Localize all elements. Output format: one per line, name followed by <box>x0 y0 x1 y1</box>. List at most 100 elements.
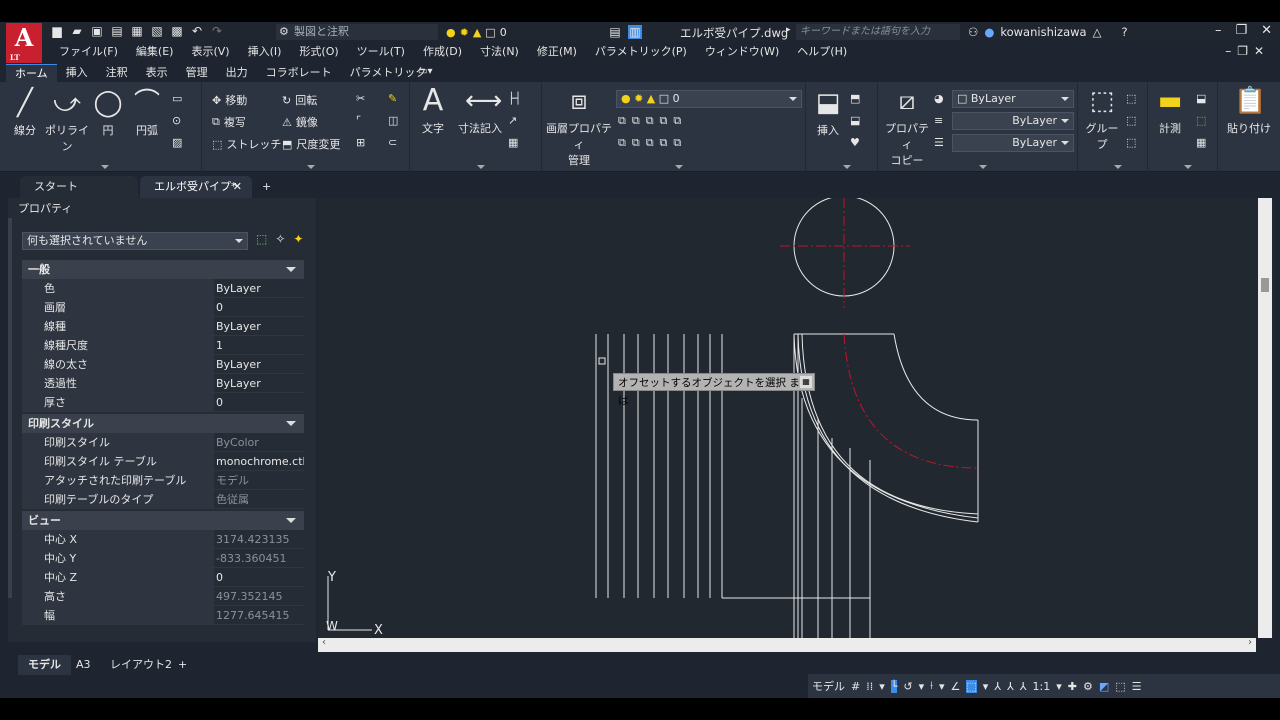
snap-icon[interactable]: ⁞⁞ <box>866 680 873 693</box>
annotation-visibility-icon[interactable]: ⅄ <box>994 680 1001 693</box>
color-dropdown[interactable]: □ ByLayer <box>952 90 1074 108</box>
property-row[interactable]: 線の太さ ByLayer <box>22 355 304 374</box>
grid-icon[interactable]: # <box>851 680 860 693</box>
menu-item-10[interactable]: ウィンドウ(W) <box>696 42 788 62</box>
text-tool[interactable]: A 文字 <box>418 86 448 136</box>
dimension-tool[interactable]: ⟷ 寸法記入 <box>456 86 504 136</box>
isolate-objects-icon[interactable]: ◩ <box>1099 680 1109 693</box>
property-row[interactable]: 印刷テーブルのタイプ 色従属 <box>22 490 304 509</box>
ribbon-tab-1[interactable]: 挿入 <box>57 64 97 82</box>
property-row[interactable]: 印刷スタイル ByColor <box>22 433 304 452</box>
open-folder-icon[interactable]: ▰ <box>70 24 84 38</box>
snap-dropdown-icon[interactable]: ▾ <box>879 680 885 693</box>
layer-dropdown[interactable]: ● ✹ ▲ □ 0 <box>616 90 802 108</box>
menu-item-3[interactable]: 挿入(I) <box>239 42 291 62</box>
undo-icon[interactable]: ↶ <box>190 24 204 38</box>
menu-item-4[interactable]: 形式(O) <box>290 42 347 62</box>
property-value[interactable]: ByLayer <box>214 317 304 335</box>
customize-menu-icon[interactable]: ☰ <box>1132 680 1142 693</box>
lineweight-dropdown[interactable]: ByLayer <box>952 134 1074 152</box>
new-file-icon[interactable]: ▆ <box>50 24 64 38</box>
osnap-tracking-icon[interactable]: ⟊ <box>930 679 933 693</box>
modify-panel-expander[interactable] <box>306 165 315 169</box>
new-tab-button[interactable]: + <box>254 176 282 198</box>
block-panel-expander[interactable] <box>842 165 851 169</box>
property-value[interactable]: モデル <box>214 471 304 489</box>
selection-dropdown[interactable]: 何も選択されていません <box>22 232 248 250</box>
layer-tools-row2-icon[interactable]: ⧉⧉⧉⧉⧉ <box>618 136 687 150</box>
property-value[interactable]: ByLayer <box>214 279 304 297</box>
copy-button[interactable]: ⧉ 複写 <box>212 114 246 130</box>
scroll-left-icon[interactable]: ‹ <box>322 637 326 648</box>
ribbon-tab-2[interactable]: 注釈 <box>97 64 137 82</box>
layer-tools-row1-icon[interactable]: ⧉⧉⧉⧉⧉ <box>618 114 687 128</box>
property-value[interactable]: monochrome.ctb <box>214 452 304 470</box>
user-name[interactable]: kowanishizawa <box>1000 25 1086 39</box>
arc-tool[interactable]: ⌒ 円弧 <box>130 88 164 138</box>
property-row[interactable]: アタッチされた印刷テーブル モデル <box>22 471 304 490</box>
tab-start[interactable]: スタート <box>20 176 138 198</box>
array-icon[interactable]: ⊞ <box>356 136 365 149</box>
rotate-button[interactable]: ↻ 回転 <box>282 92 317 108</box>
group-select-icon[interactable]: ⬚ <box>1126 136 1136 149</box>
fillet-icon[interactable]: ⌜ <box>356 114 361 127</box>
table-icon[interactable]: ▦ <box>508 136 518 149</box>
edit-block-icon[interactable]: ⬓ <box>850 114 860 127</box>
property-row[interactable]: 線種尺度 1 <box>22 336 304 355</box>
section-header[interactable]: 一般 <box>22 260 304 279</box>
object-snap-icon[interactable]: ⬚ <box>966 679 977 693</box>
drawing-canvas[interactable]: Y X W <box>318 195 1274 638</box>
menu-item-8[interactable]: 修正(M) <box>528 42 586 62</box>
move-button[interactable]: ✥ 移動 <box>212 92 247 108</box>
property-row[interactable]: 中心 X 3174.423135 <box>22 530 304 549</box>
property-row[interactable]: 線種 ByLayer <box>22 317 304 336</box>
property-value[interactable]: 0 <box>214 393 304 411</box>
tab-a3[interactable]: A3 <box>66 655 101 675</box>
ellipse-icon[interactable]: ⊙ <box>172 114 181 127</box>
mirror-button[interactable]: ⚠ 鏡像 <box>282 114 318 130</box>
help-icon[interactable]: ? <box>1121 25 1127 39</box>
toggle-pickadd-icon[interactable]: ⬚ <box>256 232 267 246</box>
auto-scale-icon[interactable]: ⅄ <box>1007 680 1014 693</box>
print-icon[interactable]: ▩ <box>170 24 184 38</box>
autodesk-app-icon[interactable]: △ <box>1093 25 1102 39</box>
search-input[interactable]: キーワードまたは語句を入力 <box>796 24 960 40</box>
property-row[interactable]: 中心 Y -833.360451 <box>22 549 304 568</box>
section-header[interactable]: 印刷スタイル <box>22 414 304 433</box>
minimize-icon[interactable]: – <box>1215 23 1222 38</box>
layer-properties-button[interactable]: ⧈ 画層プロパティ 管理 <box>546 86 612 168</box>
ungroup-icon[interactable]: ⬚ <box>1126 92 1136 105</box>
tooltip-options-icon[interactable]: ▦ <box>800 376 812 388</box>
quick-layer-control[interactable]: ● ✹ ▲ □ 0 <box>446 24 606 40</box>
section-header[interactable]: ビュー <box>22 511 304 530</box>
scroll-right-icon[interactable]: › <box>1248 637 1252 648</box>
menu-item-2[interactable]: 表示(V) <box>182 42 238 62</box>
group-edit-icon[interactable]: ⬚ <box>1126 114 1136 127</box>
draw-panel-expander[interactable] <box>100 165 109 169</box>
property-value[interactable]: ByColor <box>214 433 304 451</box>
ribbon-tab-4[interactable]: 管理 <box>177 64 217 82</box>
groups-panel-expander[interactable] <box>1113 165 1122 169</box>
property-value[interactable]: 0 <box>214 568 304 586</box>
offset-icon[interactable]: ⊂ <box>388 136 397 149</box>
isometric-icon[interactable]: ∠ <box>950 680 960 693</box>
save-icon[interactable]: ▣ <box>90 24 104 38</box>
menu-item-1[interactable]: 編集(E) <box>127 42 183 62</box>
palette-side-bar[interactable] <box>8 218 12 598</box>
property-value[interactable]: 色従属 <box>214 490 304 508</box>
stretch-button[interactable]: ⬚ ストレッチ <box>212 136 281 152</box>
property-row[interactable]: 厚さ 0 <box>22 393 304 412</box>
tracking-dropdown-icon[interactable]: ▾ <box>939 680 945 693</box>
property-row[interactable]: 幅 1277.645415 <box>22 606 304 625</box>
circle-tool[interactable]: ◯ 円 <box>92 88 124 138</box>
erase-icon[interactable]: ✎ <box>388 92 397 105</box>
layer-state-icon[interactable]: ▤ <box>608 25 622 39</box>
rectangle-icon[interactable]: ▭ <box>172 92 182 105</box>
layer-props-icon[interactable]: ▥ <box>628 25 642 39</box>
polar-dropdown-icon[interactable]: ▾ <box>919 680 925 693</box>
document-window-controls[interactable]: –❐✕ <box>1225 44 1270 58</box>
vertical-scroll-thumb[interactable] <box>1261 278 1269 292</box>
select-objects-icon[interactable]: ✧ <box>275 232 285 246</box>
measure-button[interactable]: ▬ 計測 <box>1152 86 1188 136</box>
model-space-button[interactable]: モデル <box>812 678 845 694</box>
